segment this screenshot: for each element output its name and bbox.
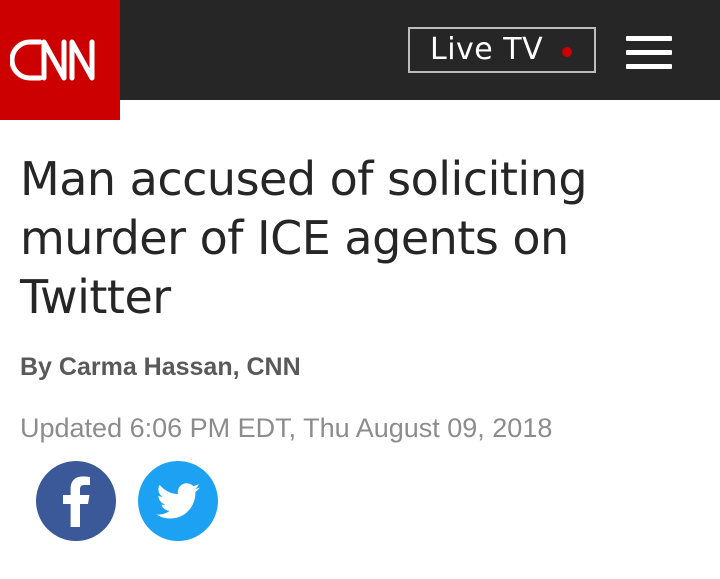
live-tv-label: Live TV <box>430 32 544 67</box>
hamburger-menu-icon[interactable] <box>626 36 672 70</box>
share-twitter-button[interactable] <box>138 461 218 541</box>
live-tv-button[interactable]: Live TV <box>408 27 596 73</box>
live-indicator-dot <box>562 47 572 57</box>
share-facebook-button[interactable] <box>36 461 116 541</box>
article-byline: By Carma Hassan, CNN <box>20 353 301 381</box>
facebook-icon <box>63 476 90 527</box>
twitter-bird-icon <box>156 483 200 519</box>
article-headline: Man accused of soliciting murder of ICE … <box>20 152 588 324</box>
cnn-logo-mark <box>10 39 95 81</box>
page: Live TV Man accused of soliciting murder… <box>0 0 720 579</box>
cnn-logo[interactable] <box>0 0 120 120</box>
article-updated-timestamp: Updated 6:06 PM EDT, Thu August 09, 2018 <box>20 413 553 443</box>
